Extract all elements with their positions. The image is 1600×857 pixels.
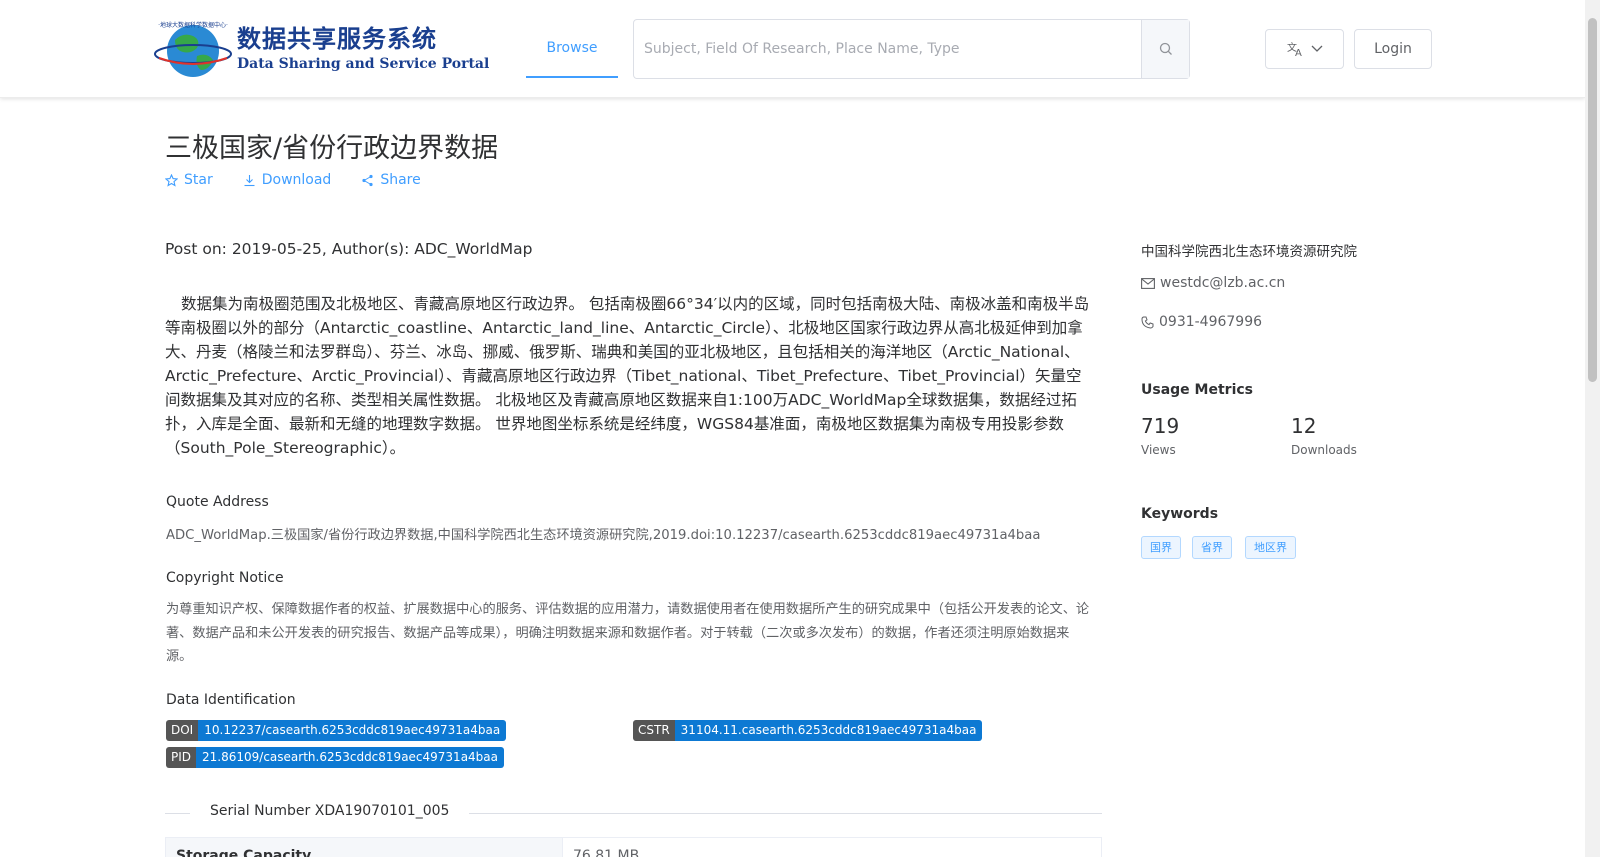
dataset-description: 数据集为南极圈范围及北极地区、青藏高原地区行政边界。 包括南极圈66°34′以内… xyxy=(165,295,1090,457)
keywords-heading: Keywords xyxy=(1141,506,1219,522)
search-button[interactable] xyxy=(1141,20,1189,78)
organization-name: 中国科学院西北生态环境资源研究院 xyxy=(1141,244,1357,260)
star-label: Star xyxy=(184,172,213,188)
post-info: Post on: 2019-05-25, Author(s): ADC_Worl… xyxy=(165,240,533,258)
quote-address: ADC_WorldMap.三极国家/省份行政边界数据,中国科学院西北生态环境资源… xyxy=(166,528,1041,543)
svg-text:A: A xyxy=(1295,48,1302,57)
email-contact[interactable]: westdc@lzb.ac.cn xyxy=(1141,275,1285,291)
globe-logo-icon: ·地球大数据科学数据中心· xyxy=(153,18,233,80)
doi-value: 10.12237/casearth.6253cddc819aec49731a4b… xyxy=(198,720,507,741)
top-header: ·地球大数据科学数据中心· 数据共享服务系统 Data Sharing and … xyxy=(0,0,1585,98)
mail-icon xyxy=(1141,277,1155,289)
storage-label: Storage Capacity xyxy=(166,838,563,857)
keyword-tag[interactable]: 国界 xyxy=(1141,536,1181,559)
phone-text: 0931-4967996 xyxy=(1159,314,1263,330)
download-label: Download xyxy=(261,172,332,188)
page-title: 三极国家/省份行政边界数据 xyxy=(165,133,499,164)
scrollbar-thumb[interactable] xyxy=(1588,18,1597,382)
login-button[interactable]: Login xyxy=(1354,29,1432,69)
copyright-heading: Copyright Notice xyxy=(166,570,284,586)
cstr-badge[interactable]: CSTR 31104.11.casearth.6253cddc819aec497… xyxy=(633,720,983,741)
serial-number: Serial Number XDA19070101_005 xyxy=(190,803,470,819)
doi-key: DOI xyxy=(166,720,199,741)
download-button[interactable]: Download xyxy=(243,172,332,188)
translate-icon: 文 A xyxy=(1287,41,1302,57)
storage-value: 76.81 MB xyxy=(573,848,640,857)
share-button[interactable]: Share xyxy=(361,172,421,188)
views-label: Views xyxy=(1141,443,1176,457)
pid-badge[interactable]: PID 21.86109/casearth.6253cddc819aec4973… xyxy=(166,747,505,768)
identification-heading: Data Identification xyxy=(166,692,296,708)
email-text: westdc@lzb.ac.cn xyxy=(1160,275,1286,291)
chevron-down-icon xyxy=(1311,45,1322,52)
keyword-tag[interactable]: 省界 xyxy=(1192,536,1232,559)
share-label: Share xyxy=(380,172,421,188)
star-icon xyxy=(165,173,178,187)
dataset-actions: Star Download Share xyxy=(165,172,451,188)
nav-browse-tab[interactable]: Browse xyxy=(526,0,618,78)
keyword-tag[interactable]: 地区界 xyxy=(1245,536,1296,559)
views-count: 719 xyxy=(1141,414,1180,438)
cstr-value: 31104.11.casearth.6253cddc819aec49731a4b… xyxy=(674,720,983,741)
logo-title-en: Data Sharing and Service Portal xyxy=(237,56,490,72)
search-input[interactable] xyxy=(634,20,1141,78)
quote-heading: Quote Address xyxy=(166,494,269,510)
copyright-notice: 为尊重知识产权、保障数据作者的权益、扩展数据中心的服务、评估数据的应用潜力，请数… xyxy=(166,602,1090,664)
usage-metrics-heading: Usage Metrics xyxy=(1141,382,1253,398)
pid-value: 21.86109/casearth.6253cddc819aec49731a4b… xyxy=(196,747,505,768)
storage-row: Storage Capacity 76.81 MB xyxy=(165,837,1102,857)
downloads-count: 12 xyxy=(1291,414,1317,438)
search-icon xyxy=(1159,42,1172,55)
pid-key: PID xyxy=(166,747,197,768)
search-bar xyxy=(633,19,1190,79)
star-button[interactable]: Star xyxy=(165,172,213,188)
phone-icon xyxy=(1141,316,1154,329)
language-switch-button[interactable]: 文 A xyxy=(1265,29,1344,69)
page-scrollbar[interactable] xyxy=(1585,0,1600,857)
serial-divider: Serial Number XDA19070101_005 xyxy=(165,803,1102,823)
portal-logo[interactable]: ·地球大数据科学数据中心· 数据共享服务系统 Data Sharing and … xyxy=(153,18,489,80)
cstr-key: CSTR xyxy=(633,720,675,741)
downloads-label: Downloads xyxy=(1291,443,1357,457)
phone-contact: 0931-4967996 xyxy=(1141,314,1262,330)
doi-badge[interactable]: DOI 10.12237/casearth.6253cddc819aec4973… xyxy=(166,720,507,741)
logo-title-cn: 数据共享服务系统 xyxy=(237,24,437,53)
share-icon xyxy=(362,174,373,186)
svg-text:·地球大数据科学数据中心·: ·地球大数据科学数据中心· xyxy=(158,21,228,29)
download-icon xyxy=(244,174,255,186)
